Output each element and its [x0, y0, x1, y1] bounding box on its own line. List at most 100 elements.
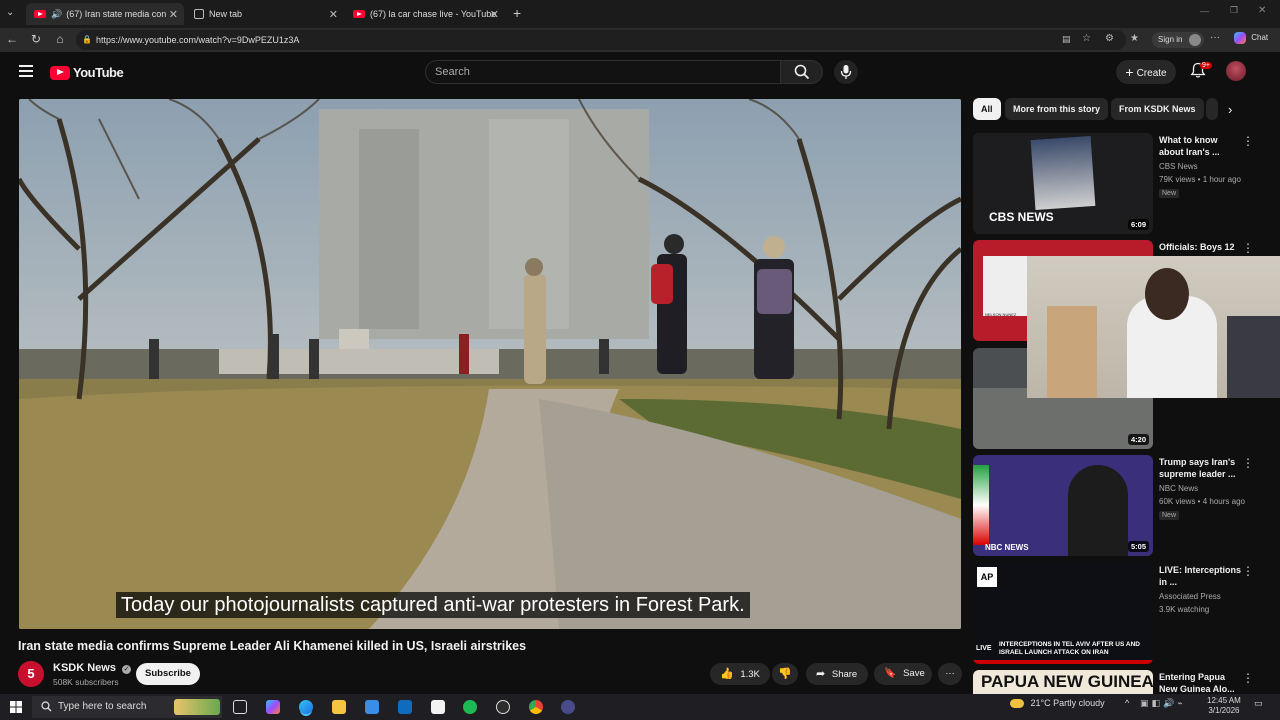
plus-icon: + — [1125, 64, 1134, 80]
more-menu-icon[interactable]: ··· — [1210, 32, 1220, 43]
more-actions-button[interactable]: ··· — [938, 663, 962, 685]
favorite-star-icon[interactable]: ☆ — [1082, 33, 1091, 44]
close-tab-icon[interactable]: ✕ — [490, 8, 499, 21]
chip-from-ksdk[interactable]: From KSDK News — [1111, 98, 1204, 120]
close-tab-icon[interactable]: ✕ — [169, 8, 178, 21]
copilot-taskbar-icon[interactable] — [266, 700, 280, 714]
weather-widget[interactable]: 21°C Partly cloudy — [1010, 698, 1105, 709]
url-text: https://www.youtube.com/watch?v=9DwPEZU1… — [96, 35, 300, 45]
more-vert-icon[interactable]: ⋮ — [1242, 241, 1254, 255]
chrome-icon[interactable] — [529, 700, 543, 714]
more-vert-icon[interactable]: ⋮ — [1242, 564, 1254, 578]
restore-icon[interactable]: ❐ — [1230, 5, 1238, 16]
minimize-icon[interactable]: — — [1200, 6, 1209, 16]
tab-car-chase[interactable]: (67) la car chase live - YouTube ✕ — [345, 3, 505, 25]
video-player[interactable] — [19, 99, 961, 629]
more-vert-icon[interactable]: ⋮ — [1242, 134, 1254, 148]
close-window-icon[interactable]: ✕ — [1258, 5, 1266, 16]
search-input[interactable]: Search — [425, 60, 781, 84]
live-badge — [973, 660, 1153, 664]
spotify-icon[interactable] — [463, 700, 477, 714]
rec-channel[interactable]: CBS News — [1159, 162, 1198, 171]
profile-icon — [1189, 34, 1202, 46]
tab-list-icon[interactable]: ⌄ — [6, 7, 14, 18]
rec-title[interactable]: What to know about Iran's ... — [1159, 134, 1241, 158]
more-vert-icon[interactable]: ⋮ — [1242, 671, 1254, 685]
tab-new-tab[interactable]: New tab ✕ — [186, 3, 344, 25]
save-button[interactable]: 🔖 Save — [874, 663, 932, 685]
rec-title[interactable]: Trump says Iran's supreme leader ... — [1159, 456, 1241, 480]
like-button[interactable]: 👍 1.3K — [710, 663, 770, 685]
voice-search-button[interactable] — [834, 60, 858, 84]
rec-title[interactable]: Entering Papua New Guinea Alo... — [1159, 671, 1241, 693]
account-avatar[interactable] — [1226, 61, 1246, 81]
share-button[interactable]: ➦ Share — [806, 663, 868, 685]
channel-avatar[interactable]: 5 — [18, 661, 44, 687]
clock[interactable]: 12:45 AM 3/1/2026 — [1207, 696, 1241, 716]
search-placeholder: Search — [435, 66, 470, 78]
new-tab-page-icon — [194, 9, 204, 19]
new-tab-plus-icon[interactable]: + — [513, 5, 521, 21]
store-icon[interactable] — [365, 700, 379, 714]
back-icon[interactable]: ← — [4, 32, 20, 46]
new-badge: New — [1159, 511, 1180, 520]
hamburger-menu-icon[interactable] — [19, 62, 33, 80]
url-field[interactable]: 🔒 https://www.youtube.com/watch?v=9DwPEZ… — [76, 30, 1126, 50]
webcam-sofa — [1227, 316, 1280, 398]
edge-browser-icon[interactable] — [299, 700, 313, 714]
file-explorer-icon[interactable] — [332, 700, 346, 714]
notifications-icon[interactable]: ▭ — [1254, 698, 1263, 709]
media-app-icon[interactable] — [561, 700, 575, 714]
tab-title: New tab — [209, 9, 243, 19]
rec-thumbnail[interactable]: AP INTERCEPTIONS IN TEL AVIV AFTER US AN… — [973, 563, 1153, 664]
extensions-icon[interactable]: ⚙ — [1105, 33, 1114, 44]
tab-iran-video[interactable]: 🔊 (67) Iran state media confirms ✕ — [26, 3, 184, 25]
home-icon[interactable]: ⌂ — [52, 32, 68, 46]
rec-channel[interactable]: NBC News — [1159, 484, 1198, 493]
browser-tab-bar: ⌄ 🔊 (67) Iran state media confirms ✕ New… — [0, 0, 1280, 28]
create-button[interactable]: + Create — [1116, 60, 1176, 84]
rec-thumbnail[interactable]: CBS NEWS 6:09 — [973, 133, 1153, 234]
subscribe-button[interactable]: Subscribe — [136, 663, 200, 685]
close-tab-icon[interactable]: ✕ — [329, 8, 338, 21]
refresh-icon[interactable]: ↻ — [28, 32, 44, 46]
share-icon: ➦ — [816, 668, 826, 680]
rec-title[interactable]: LIVE: Interceptions in ... — [1159, 564, 1241, 588]
app-icon[interactable] — [496, 700, 510, 714]
weather-text: 21°C Partly cloudy — [1030, 698, 1105, 708]
rec-thumbnail[interactable]: NBC NEWS 5:05 — [973, 455, 1153, 556]
reader-icon[interactable]: ▤ — [1062, 34, 1071, 45]
thumbnail-label: CBS NEWS — [989, 210, 1054, 224]
notification-count-badge: 9+ — [1200, 62, 1212, 69]
outlook-icon[interactable] — [398, 700, 412, 714]
sign-in-button[interactable]: Sign in — [1152, 32, 1205, 48]
youtube-favicon-icon — [34, 10, 46, 18]
notepad-icon[interactable] — [431, 700, 445, 714]
tray-icons[interactable]: ▣◧🔊⌁ — [1140, 698, 1186, 709]
channel-name[interactable]: KSDK News ✓ — [53, 662, 132, 674]
rec-channel[interactable]: Associated Press — [1159, 592, 1221, 601]
chips-next-chevron-icon[interactable]: › — [1228, 102, 1232, 117]
bookmark-icon: 🔖 — [884, 668, 897, 679]
chip-all[interactable]: All — [973, 98, 1001, 120]
thumbs-up-icon: 👍 — [720, 668, 734, 680]
rec-thumbnail[interactable]: PAPUA NEW GUINEA — [973, 670, 1153, 694]
video-caption: Today our photojournalists captured anti… — [116, 592, 750, 618]
thumbnail-label: NELSON NUNEZ — [985, 312, 1017, 317]
live-tag: LIVE — [976, 645, 992, 652]
more-vert-icon[interactable]: ⋮ — [1242, 456, 1254, 470]
favorites-icon[interactable]: ★ — [1130, 33, 1139, 44]
rec-title[interactable]: Officials: Boys 12 — [1159, 241, 1241, 253]
dislike-button[interactable]: 👎 — [772, 663, 798, 685]
search-button[interactable] — [781, 60, 823, 84]
tab-title: (67) la car chase live - YouTube — [370, 9, 497, 19]
copilot-chat-button[interactable]: Chat — [1234, 32, 1268, 44]
tray-chevron-icon[interactable]: ^ — [1125, 698, 1129, 708]
windows-start-icon[interactable] — [10, 701, 22, 713]
task-view-icon[interactable] — [233, 700, 247, 714]
taskbar-search-input[interactable]: Type here to search — [32, 696, 222, 718]
duration-badge: 6:09 — [1127, 219, 1149, 230]
chip-more-from-story[interactable]: More from this story — [1005, 98, 1109, 120]
channel-name-text: KSDK News — [53, 662, 116, 674]
youtube-logo[interactable]: YouTube — [50, 65, 124, 80]
